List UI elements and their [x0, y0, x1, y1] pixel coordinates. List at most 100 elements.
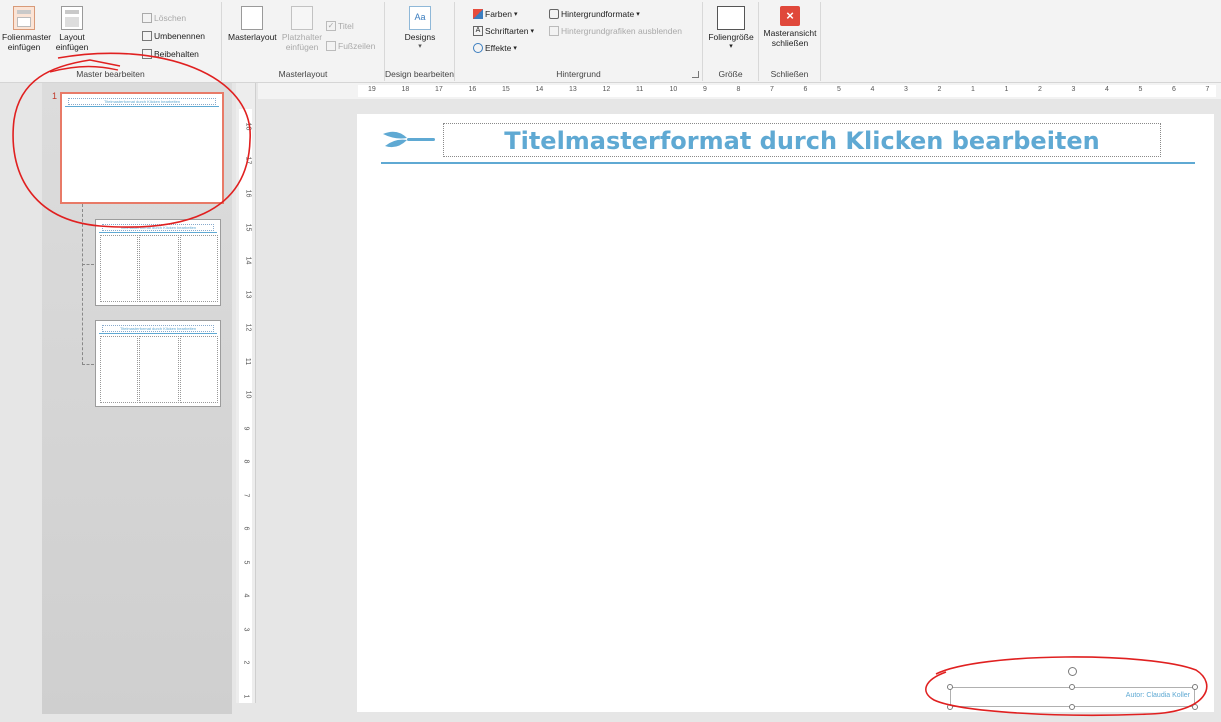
- dragonfly-icon: [383, 131, 435, 148]
- group-design-edit: Aa Designs ▾ Design bearbeiten: [385, 2, 455, 81]
- delete-button[interactable]: Löschen: [142, 12, 186, 24]
- fonts-button[interactable]: A Schriftarten ▾: [473, 25, 534, 37]
- ruler-tick-label: 5: [242, 560, 250, 564]
- slide-size-button[interactable]: Foliengröße ▾: [706, 4, 756, 52]
- footer-text: Autor: Claudia Koller: [1125, 692, 1190, 699]
- paint-bucket-icon: [549, 9, 559, 19]
- ruler-tick-label: 3: [1071, 86, 1076, 93]
- chevron-down-icon: ▾: [513, 11, 518, 18]
- ruler-tick-label: 7: [1205, 86, 1210, 93]
- ruler-tick-label: 12: [244, 323, 252, 332]
- ruler-tick-label: 2: [242, 660, 250, 665]
- colors-button[interactable]: Farben ▾: [473, 8, 517, 20]
- fonts-icon: A: [473, 26, 483, 36]
- horizontal-ruler[interactable]: 1918171615141312111098765432112345678: [258, 83, 1221, 99]
- resize-handle[interactable]: [1069, 704, 1075, 710]
- slide-title: Titelmasterformat durch Klicken bearbeit…: [504, 127, 1100, 155]
- insert-master-label: Folienmaster einfügen: [2, 32, 52, 52]
- ribbon: Folienmaster einfügen Layout einfügen Lö…: [0, 0, 1221, 83]
- background-styles-button[interactable]: Hintergrundformate ▾: [549, 8, 640, 20]
- close-icon: ×: [780, 6, 800, 26]
- dialog-launcher-icon[interactable]: [692, 71, 699, 78]
- ruler-tick-label: 2: [1038, 86, 1042, 93]
- layout-thumbnail[interactable]: Titelmasterformat durch Klicken bearbeit…: [95, 320, 221, 407]
- chevron-down-icon: ▾: [636, 11, 640, 18]
- ruler-tick-label: 8: [242, 459, 250, 464]
- tree-connector: [82, 264, 94, 265]
- ruler-tick-label: 1: [1004, 86, 1009, 93]
- chevron-down-icon: ▾: [418, 43, 422, 50]
- insert-placeholder-button[interactable]: Platzhalter einfügen: [280, 4, 324, 52]
- resize-handle[interactable]: [1192, 684, 1198, 690]
- ruler-tick-label: 14: [535, 86, 544, 93]
- ruler-tick-label: 10: [244, 390, 252, 399]
- resize-handle[interactable]: [1192, 704, 1198, 710]
- master-layout-button[interactable]: Masterlayout: [228, 4, 277, 42]
- ruler-tick-label: 1: [971, 86, 975, 93]
- horizontal-ruler-track: [358, 85, 1216, 97]
- ruler-tick-label: 9: [242, 426, 250, 430]
- vertical-ruler[interactable]: 18 17 16 15 14 13 12 11 10 9 8 7 6 5 4 3 2 1: [236, 83, 256, 703]
- powerpoint-window: Folienmaster einfügen Layout einfügen Lö…: [0, 0, 1221, 722]
- checkbox-checked-icon: ✓: [326, 21, 336, 31]
- ruler-tick-label: 4: [242, 593, 250, 598]
- ruler-tick-label: 18: [401, 86, 410, 93]
- resize-handle[interactable]: [1069, 684, 1075, 690]
- insert-layout-button[interactable]: Layout einfügen: [52, 4, 92, 52]
- slide-master[interactable]: Titelmasterformat durch Klicken bearbeit…: [357, 114, 1214, 712]
- rotation-handle[interactable]: [1068, 667, 1077, 676]
- ruler-tick-label: 17: [435, 86, 443, 93]
- ruler-tick-label: 3: [242, 627, 250, 631]
- thumb-title: Titelmasterformat durch Klicken bearbeit…: [102, 325, 214, 332]
- designs-icon: Aa: [409, 6, 431, 30]
- effects-icon: [473, 43, 483, 53]
- resize-handle[interactable]: [947, 704, 953, 710]
- thumb-title: Titelmasterformat durch Klicken bearbeit…: [68, 98, 216, 105]
- ruler-tick-label: 6: [803, 86, 808, 93]
- ruler-tick-label: 14: [244, 256, 252, 265]
- ruler-tick-label: 16: [244, 189, 252, 198]
- delete-icon: [142, 13, 152, 23]
- chevron-down-icon: ▾: [513, 45, 517, 52]
- placeholder-icon: [291, 6, 313, 30]
- ruler-tick-label: 3: [904, 86, 908, 93]
- ruler-tick-label: 17: [244, 156, 252, 164]
- group-background: Farben ▾ A Schriftarten ▾ Effekte ▾ Hint…: [455, 2, 703, 81]
- group-label-background: Hintergrund: [556, 69, 601, 79]
- title-checkbox[interactable]: ✓ Titel: [326, 20, 354, 32]
- ruler-tick-label: 5: [837, 86, 841, 93]
- thumb-column: [139, 235, 179, 302]
- footers-checkbox[interactable]: Fußzeilen: [326, 40, 375, 52]
- ruler-tick-label: 12: [602, 86, 611, 93]
- thumb-column: [139, 336, 179, 403]
- insert-master-button[interactable]: Folienmaster einfügen: [2, 4, 51, 52]
- pin-icon: [142, 49, 152, 59]
- preserve-button[interactable]: Beibehalten: [142, 48, 199, 60]
- hide-background-checkbox[interactable]: Hintergrundgrafiken ausblenden: [549, 25, 682, 37]
- thumb-column: [180, 336, 218, 403]
- ruler-tick-label: 5: [1138, 86, 1143, 93]
- tree-connector: [82, 204, 83, 365]
- thumb-title: Titelmasterformat durch Klicken bearbeit…: [102, 224, 214, 231]
- group-master-edit: Folienmaster einfügen Layout einfügen Lö…: [0, 2, 222, 81]
- chevron-down-icon: ▾: [729, 43, 733, 50]
- close-master-view-button[interactable]: × Masteransicht schließen: [763, 4, 817, 48]
- effects-button[interactable]: Effekte ▾: [473, 42, 517, 54]
- ruler-tick-label: 7: [242, 493, 250, 497]
- group-label-master-layout: Masterlayout: [278, 69, 328, 79]
- group-close: × Masteransicht schließen Schließen: [759, 2, 821, 81]
- vertical-ruler-track: [239, 109, 252, 703]
- layout-thumbnail[interactable]: Titelmasterformat durch Klicken bearbeit…: [95, 219, 221, 306]
- tree-connector: [82, 364, 94, 365]
- rename-button[interactable]: Umbenennen: [142, 30, 205, 42]
- ruler-tick-label: 10: [669, 86, 678, 93]
- checkbox-icon: [549, 26, 559, 36]
- ruler-tick-label: 16: [468, 86, 477, 93]
- master-thumbnail[interactable]: Titelmasterformat durch Klicken bearbeit…: [60, 92, 224, 204]
- resize-handle[interactable]: [947, 684, 953, 690]
- chevron-down-icon: ▾: [530, 28, 534, 35]
- designs-button[interactable]: Aa Designs ▾: [395, 4, 445, 52]
- thumb-title-line: [99, 333, 217, 334]
- ruler-tick-label: 13: [244, 290, 252, 298]
- title-placeholder[interactable]: Titelmasterformat durch Klicken bearbeit…: [443, 123, 1161, 157]
